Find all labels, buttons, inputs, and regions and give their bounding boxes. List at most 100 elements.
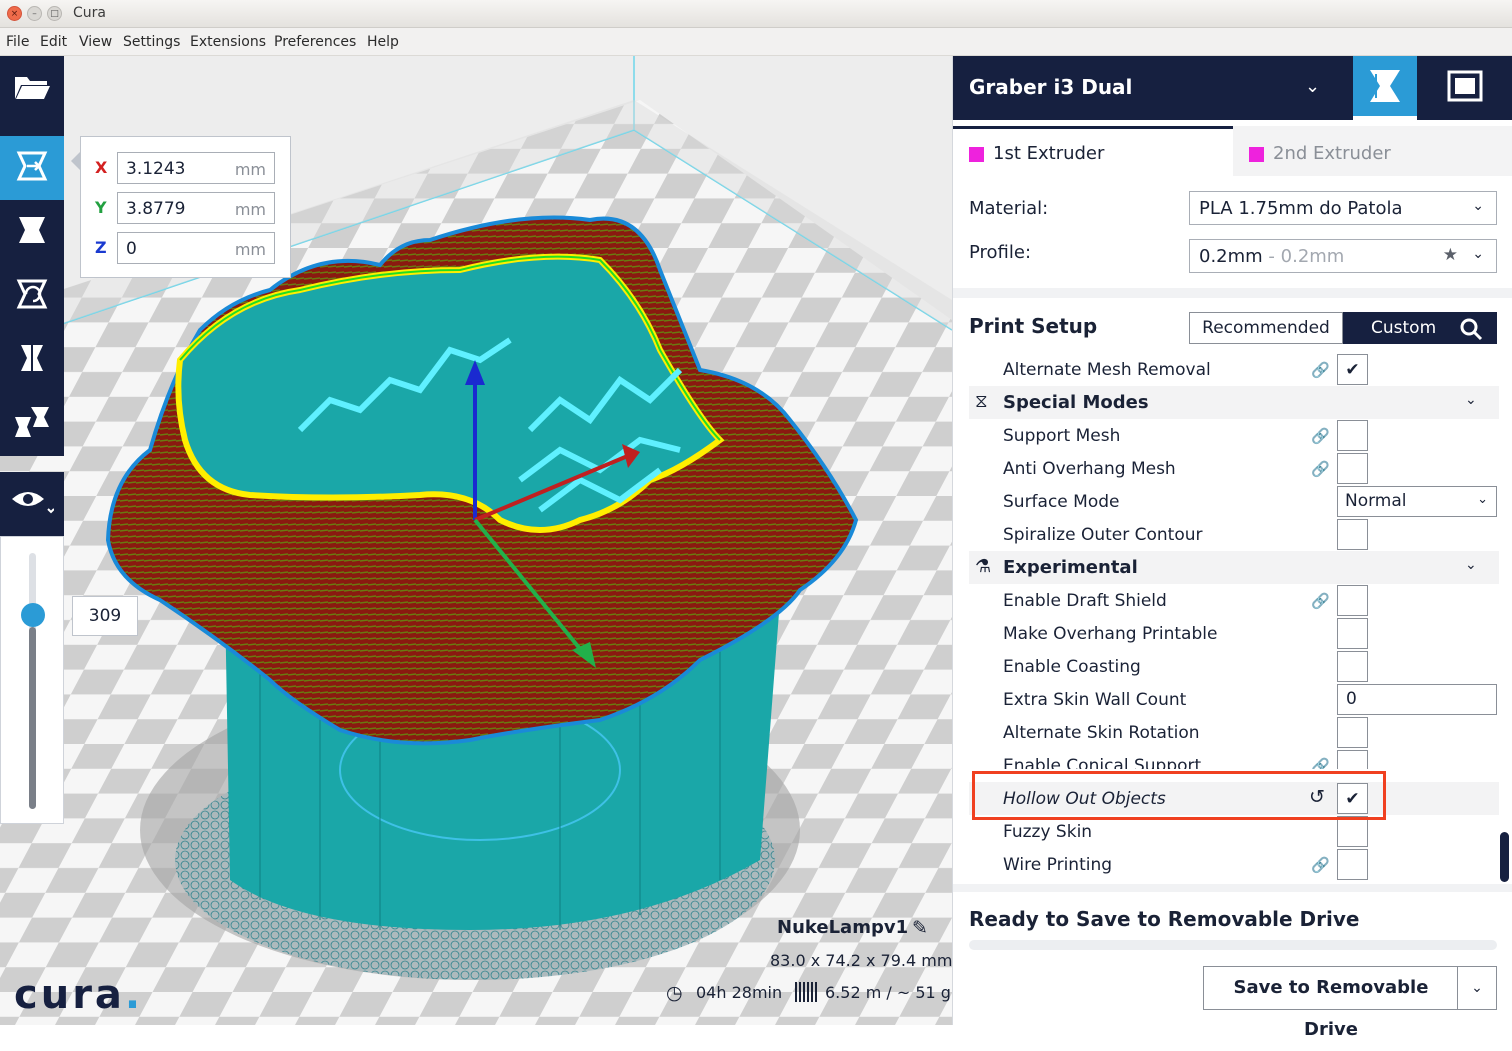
alternate-skin-rotation-checkbox[interactable] bbox=[1337, 717, 1368, 748]
menu-help[interactable]: Help bbox=[367, 34, 399, 50]
window-minimize-button[interactable]: – bbox=[27, 6, 42, 21]
profile-dropdown[interactable]: 0.2mm - 0.2mm ★ ⌄ bbox=[1189, 239, 1497, 273]
link-icon[interactable]: 🔗 bbox=[1311, 856, 1330, 874]
recommended-mode-button[interactable]: Recommended bbox=[1189, 312, 1343, 344]
mirror-tool-button[interactable] bbox=[0, 328, 64, 392]
chevron-down-icon: ⌄ bbox=[1465, 392, 1477, 408]
tab-extruder-2[interactable]: 2nd Extruder bbox=[1233, 126, 1512, 176]
menu-view[interactable]: View bbox=[79, 34, 112, 50]
z-input[interactable]: 0 mm bbox=[117, 232, 275, 264]
custom-mode-label: Custom bbox=[1371, 318, 1437, 338]
setting-wire-printing: Wire Printing 🔗 bbox=[969, 848, 1499, 881]
reset-icon[interactable]: ↺ bbox=[1309, 786, 1325, 808]
spiralize-checkbox[interactable] bbox=[1337, 519, 1368, 550]
job-name: NukeLampv1 bbox=[777, 917, 909, 938]
special-modes-icon: ⧖ bbox=[975, 391, 988, 412]
menu-extensions[interactable]: Extensions bbox=[190, 34, 266, 50]
category-special-modes[interactable]: ⧖ Special Modes ⌄ bbox=[969, 386, 1499, 419]
move-tool-panel: X 3.1243 mm Y 3.8779 mm Z 0 mm bbox=[71, 136, 291, 278]
setting-fuzzy-skin: Fuzzy Skin bbox=[969, 815, 1499, 848]
mirror-icon bbox=[15, 341, 49, 379]
scale-tool-button[interactable] bbox=[0, 200, 64, 264]
divider bbox=[953, 884, 1512, 892]
material-dropdown[interactable]: PLA 1.75mm do Patola ⌄ bbox=[1189, 191, 1497, 225]
star-icon[interactable]: ★ bbox=[1443, 245, 1458, 265]
save-to-removable-drive-button[interactable]: Save to Removable Drive bbox=[1203, 966, 1459, 1040]
setting-label: Spiralize Outer Contour bbox=[1003, 525, 1203, 545]
menu-settings[interactable]: Settings bbox=[123, 34, 180, 50]
surface-mode-value: Normal bbox=[1345, 491, 1407, 511]
tab-extruder-1[interactable]: 1st Extruder bbox=[953, 126, 1233, 176]
x-label: X bbox=[95, 158, 108, 177]
setting-label: Hollow Out Objects bbox=[1003, 789, 1166, 809]
z-unit: mm bbox=[234, 240, 266, 259]
print-setup-title: Print Setup bbox=[969, 314, 1098, 338]
spool-icon bbox=[795, 982, 817, 1002]
settings-scrollbar[interactable] bbox=[1500, 832, 1509, 882]
material-label: Material: bbox=[969, 198, 1049, 219]
extra-skin-wall-count-input[interactable]: 0 bbox=[1337, 684, 1497, 715]
output-device-dropdown[interactable]: ⌄ bbox=[1457, 966, 1497, 1010]
rotate-tool-button[interactable] bbox=[0, 264, 64, 328]
x-unit: mm bbox=[234, 160, 266, 179]
y-input[interactable]: 3.8779 mm bbox=[117, 192, 275, 224]
profile-label: Profile: bbox=[969, 242, 1032, 263]
menu-file[interactable]: File bbox=[6, 34, 29, 50]
conical-support-checkbox[interactable] bbox=[1337, 750, 1368, 769]
edit-job-name-icon[interactable]: ✎ bbox=[912, 917, 928, 939]
chevron-down-icon: ⌄ bbox=[1465, 557, 1477, 573]
setting-label: Anti Overhang Mesh bbox=[1003, 459, 1176, 479]
hollow-out-checkbox[interactable]: ✔ bbox=[1337, 783, 1368, 814]
setting-coasting: Enable Coasting bbox=[969, 650, 1499, 683]
link-icon[interactable]: 🔗 bbox=[1311, 460, 1330, 478]
link-icon[interactable]: 🔗 bbox=[1311, 592, 1330, 610]
per-model-settings-button[interactable] bbox=[0, 392, 64, 456]
setting-hollow-out-objects: Hollow Out Objects ↺ ✔ bbox=[969, 782, 1499, 815]
coasting-checkbox[interactable] bbox=[1337, 651, 1368, 682]
x-input[interactable]: 3.1243 mm bbox=[117, 152, 275, 184]
fuzzy-skin-checkbox[interactable] bbox=[1337, 816, 1368, 847]
surface-mode-dropdown[interactable]: Normal ⌄ bbox=[1337, 486, 1497, 517]
search-icon[interactable] bbox=[1459, 317, 1483, 341]
draft-shield-checkbox[interactable] bbox=[1337, 585, 1368, 616]
slicing-progress-bar bbox=[969, 940, 1497, 950]
view-mode-button[interactable] bbox=[0, 472, 64, 536]
x-value: 3.1243 bbox=[126, 159, 186, 179]
anti-overhang-mesh-checkbox[interactable] bbox=[1337, 453, 1368, 484]
support-mesh-checkbox[interactable] bbox=[1337, 420, 1368, 451]
folder-icon bbox=[13, 71, 51, 105]
monitor-mode-button[interactable] bbox=[1417, 56, 1512, 120]
wire-printing-checkbox[interactable] bbox=[1337, 849, 1368, 880]
profile-value-wrap: 0.2mm - 0.2mm bbox=[1199, 246, 1344, 267]
chevron-down-icon: ⌄ bbox=[1305, 76, 1321, 97]
link-icon[interactable]: 🔗 bbox=[1311, 361, 1330, 379]
left-toolbar bbox=[0, 56, 64, 456]
y-label: Y bbox=[95, 198, 107, 217]
custom-mode-button[interactable]: Custom bbox=[1343, 312, 1497, 344]
alternate-mesh-removal-checkbox[interactable]: ✔ bbox=[1337, 354, 1368, 385]
z-row: Z 0 mm bbox=[95, 232, 285, 264]
window-close-button[interactable]: × bbox=[7, 6, 22, 21]
layer-number-input[interactable]: 309 bbox=[72, 596, 138, 636]
menu-bar: File Edit View Settings Extensions Prefe… bbox=[0, 28, 1512, 56]
window-maximize-button[interactable]: □ bbox=[47, 6, 62, 21]
extra-skin-wall-count-value: 0 bbox=[1346, 689, 1357, 709]
menu-preferences[interactable]: Preferences bbox=[274, 34, 356, 50]
profile-value: 0.2mm bbox=[1199, 246, 1263, 267]
setting-label: Surface Mode bbox=[1003, 492, 1120, 512]
move-tool-button[interactable] bbox=[0, 136, 64, 200]
link-icon[interactable]: 🔗 bbox=[1311, 427, 1330, 445]
setting-label: Wire Printing bbox=[1003, 855, 1113, 875]
settings-sidebar: Graber i3 Dual ⌄ 1st Extruder 2nd Extrud… bbox=[952, 56, 1512, 1040]
output-status-title: Ready to Save to Removable Drive bbox=[969, 907, 1360, 931]
menu-edit[interactable]: Edit bbox=[40, 34, 67, 50]
overhang-printable-checkbox[interactable] bbox=[1337, 618, 1368, 649]
layer-slider-handle[interactable] bbox=[21, 603, 45, 627]
link-icon[interactable]: 🔗 bbox=[1311, 757, 1330, 769]
setting-anti-overhang-mesh: Anti Overhang Mesh 🔗 bbox=[969, 452, 1499, 485]
open-file-button[interactable] bbox=[0, 56, 64, 120]
category-experimental[interactable]: ⚗ Experimental ⌄ bbox=[969, 551, 1499, 584]
prepare-mode-button[interactable] bbox=[1353, 56, 1417, 120]
setting-overhang-printable: Make Overhang Printable bbox=[969, 617, 1499, 650]
setting-label: Fuzzy Skin bbox=[1003, 822, 1093, 842]
